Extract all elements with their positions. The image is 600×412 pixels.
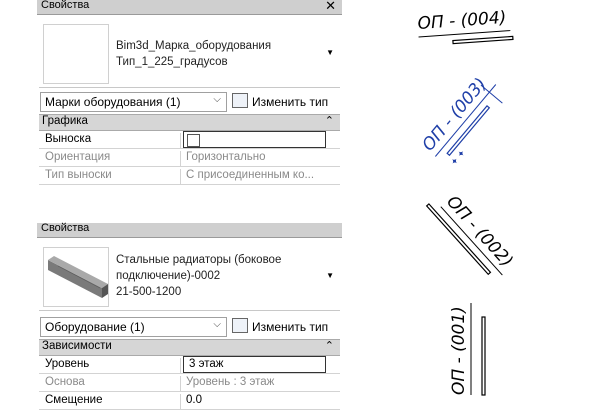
property-row-leader-type: Тип выноски С присоединенным ко...	[39, 167, 340, 185]
chevron-down-icon[interactable]: ⌵	[213, 319, 221, 330]
chevron-down-icon[interactable]: ⌵	[213, 94, 221, 105]
type-name-line2: подключение)-0002	[116, 270, 221, 282]
panel-title-bar[interactable]: Свойства ✕	[37, 0, 342, 15]
property-value: Уровень : 3 этаж	[186, 376, 275, 388]
property-row-level: Уровень 3 этаж	[39, 356, 340, 374]
type-name-line1: Bim3d_Марка_оборудования	[116, 40, 272, 52]
property-label: Смещение	[45, 394, 181, 409]
group-header-graphics[interactable]: Графика ⌃	[39, 114, 340, 131]
equipment-tag-002[interactable]: ОП - (002)	[425, 185, 519, 282]
type-name: Bim3d_Марка_оборудования Тип_1_225_граду…	[116, 38, 271, 70]
radiator-thumbnail	[43, 247, 109, 307]
type-name-line1: Стальные радиаторы (боковое	[116, 254, 282, 266]
property-value-field[interactable]	[183, 131, 326, 148]
property-value: 3 этаж	[189, 358, 224, 370]
property-label: Основа	[45, 376, 181, 391]
tag-label: ОП - (002)	[442, 192, 516, 271]
collapse-icon[interactable]: ⌃	[325, 339, 334, 352]
properties-panel-1: Свойства ✕ Bim3d_Марка_оборудования Тип_…	[37, 0, 342, 206]
instance-filter-value: Оборудование (1)	[45, 320, 145, 334]
group-label: Графика	[42, 115, 88, 127]
leader-checkbox[interactable]	[187, 134, 200, 147]
property-row-offset: Смещение 0.0	[39, 392, 340, 410]
edit-type-icon	[232, 93, 248, 108]
type-thumbnail	[43, 24, 109, 84]
equipment-tag-001[interactable]: ОП - (001)	[449, 303, 486, 396]
tag-label: ОП - (004)	[417, 8, 507, 34]
radiator-icon	[48, 256, 108, 298]
edit-type-button[interactable]: Изменить тип	[232, 93, 328, 109]
property-row-host: Основа Уровень : 3 этаж	[39, 374, 340, 392]
equipment-tag-003[interactable]: ОП - (003) ✦ ✦	[419, 70, 514, 171]
type-name-line2: Тип_1_225_градусов	[116, 56, 228, 68]
type-selector[interactable]: Bim3d_Марка_оборудования Тип_1_225_граду…	[39, 18, 340, 88]
instance-filter-dropdown[interactable]: Марки оборудования (1) ⌵	[40, 92, 227, 112]
property-row-leader: Выноска	[39, 131, 340, 149]
panel-title: Свойства	[41, 0, 90, 11]
type-selector[interactable]: Стальные радиаторы (боковое подключение)…	[39, 241, 340, 311]
edit-type-label: Изменить тип	[252, 95, 329, 109]
group-header-constraints[interactable]: Зависимости ⌃	[39, 339, 340, 356]
property-label: Ориентация	[45, 151, 181, 166]
property-label: Выноска	[45, 133, 181, 148]
close-icon[interactable]: ✕	[325, 0, 336, 14]
instance-filter-value: Марки оборудования (1)	[45, 95, 181, 109]
tag-label: ОП - (001)	[449, 306, 469, 395]
property-label: Тип выноски	[45, 169, 181, 184]
edit-type-button[interactable]: Изменить тип	[232, 318, 328, 334]
edit-type-label: Изменить тип	[252, 320, 329, 334]
property-value[interactable]: 0.0	[186, 394, 336, 406]
collapse-icon[interactable]: ⌃	[325, 114, 334, 127]
tag-label: ОП - (003)	[419, 74, 491, 155]
edit-type-icon	[232, 318, 248, 333]
property-row-orientation: Ориентация Горизонтально	[39, 149, 340, 167]
type-name: Стальные радиаторы (боковое подключение)…	[116, 252, 281, 300]
property-value: Горизонтально	[186, 151, 266, 163]
property-value: С присоединенным ко...	[186, 169, 315, 181]
property-label: Уровень	[45, 358, 181, 373]
panel-title: Свойства	[41, 222, 90, 234]
instance-filter-dropdown[interactable]: Оборудование (1) ⌵	[40, 317, 227, 337]
equipment-tag-004[interactable]: ОП - (004)	[417, 7, 514, 45]
properties-panel-2: Свойства Стальные радиаторы (боковое под…	[37, 222, 342, 412]
chevron-down-icon[interactable]: ▼	[326, 271, 334, 280]
type-name-line3: 21-500-1200	[116, 286, 182, 298]
panel-title-bar[interactable]: Свойства	[37, 222, 342, 238]
group-label: Зависимости	[42, 340, 112, 352]
grip-marks-icon: ✦ ✦	[449, 147, 468, 167]
chevron-down-icon[interactable]: ▼	[326, 48, 334, 57]
